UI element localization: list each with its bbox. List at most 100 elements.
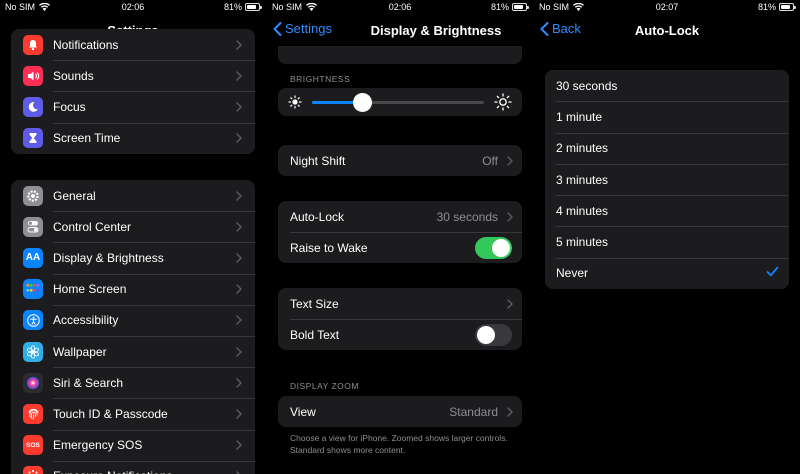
settings-row-focus[interactable]: Focus <box>11 91 255 122</box>
chevron-right-icon <box>502 155 518 166</box>
night-shift-card: Night Shift Off <box>278 145 522 176</box>
settings-row-accessibility[interactable]: Accessibility <box>11 304 255 336</box>
page-title: Display & Brightness <box>370 22 502 38</box>
night-shift-row[interactable]: Night Shift Off <box>278 145 522 176</box>
status-bar: No SIM 02:06 81% <box>267 0 533 14</box>
chevron-left-icon <box>273 21 282 36</box>
chevron-right-icon <box>502 406 518 417</box>
chevron-right-icon <box>229 315 249 326</box>
settings-row-screen-time[interactable]: Screen Time <box>11 122 255 154</box>
night-shift-value: Off <box>482 153 498 168</box>
settings-row-label: General <box>53 188 96 203</box>
battery-percent: 81% <box>223 2 242 12</box>
settings-row-label: Siri & Search <box>53 375 124 390</box>
sun-large-icon <box>494 93 512 111</box>
settings-row-label: Accessibility <box>53 313 119 328</box>
brightness-header: BRIGHTNESS <box>290 74 351 84</box>
text-card: Text Size Bold Text <box>278 288 522 350</box>
autolock-option-5-minutes[interactable]: 5 minutes <box>545 226 789 257</box>
chevron-right-icon <box>229 377 249 388</box>
bell-icon <box>23 34 43 55</box>
moon-icon <box>23 96 43 117</box>
flower-icon <box>23 341 43 362</box>
settings-row-label: Sounds <box>53 68 94 83</box>
checkmark-icon <box>766 264 779 282</box>
bold-text-toggle[interactable] <box>475 323 512 346</box>
auto-lock-value: 30 seconds <box>436 209 498 224</box>
settings-group-main: General Control Center AA Display & Brightn… <box>11 180 255 474</box>
zoom-card: View Standard <box>278 396 522 427</box>
settings-panel: No SIM 02:06 81% Settings NotificationsS… <box>0 0 266 474</box>
settings-row-general[interactable]: General <box>11 180 255 211</box>
settings-row-emergency-sos[interactable]: SOS Emergency SOS <box>11 429 255 461</box>
bold-text-label: Bold Text <box>290 327 340 342</box>
settings-row-label: Exposure Notifications <box>53 469 229 474</box>
battery-percent: 81% <box>490 2 509 12</box>
autolock-option-3-minutes[interactable]: 3 minutes <box>545 163 789 195</box>
brightness-card <box>278 88 522 116</box>
chevron-right-icon <box>229 133 249 143</box>
battery-icon <box>245 3 262 11</box>
brightness-slider[interactable] <box>312 92 484 112</box>
hourglass-icon <box>23 128 43 149</box>
text-size-label: Text Size <box>290 296 339 311</box>
settings-row-label: Focus <box>53 99 86 114</box>
auto-lock-row[interactable]: Auto-Lock 30 seconds <box>278 201 522 232</box>
battery-status: 81% <box>490 2 529 12</box>
view-row[interactable]: View Standard <box>278 396 522 427</box>
display-zoom-header: DISPLAY ZOOM <box>290 381 359 391</box>
settings-row-wallpaper[interactable]: Wallpaper <box>11 335 255 367</box>
chevron-right-icon <box>229 102 249 112</box>
settings-row-label: Wallpaper <box>53 344 107 359</box>
settings-row-exposure-notifications[interactable]: Exposure Notifications <box>11 460 255 474</box>
chevron-right-icon <box>229 284 249 294</box>
status-bar: No SIM 02:06 81% <box>0 0 266 14</box>
settings-row-touch-id-passcode[interactable]: Touch ID & Passcode <box>11 398 255 429</box>
sun-small-icon <box>288 95 302 109</box>
autolock-option-label: 30 seconds <box>556 78 618 93</box>
autolock-option-2-minutes[interactable]: 2 minutes <box>545 132 789 164</box>
settings-row-home-screen[interactable]: Home Screen <box>11 273 255 305</box>
back-label: Back <box>552 21 581 36</box>
chevron-right-icon <box>229 222 249 232</box>
raise-to-wake-row: Raise to Wake <box>278 232 522 263</box>
back-button[interactable]: Back <box>540 21 581 36</box>
back-button[interactable]: Settings <box>273 21 332 36</box>
zoom-footnote: Choose a view for iPhone. Zoomed shows l… <box>290 433 508 455</box>
chevron-left-icon <box>540 21 549 36</box>
grid-icon <box>23 279 43 300</box>
accessibility-icon <box>23 310 43 331</box>
settings-row-label: Screen Time <box>53 131 121 146</box>
chevron-right-icon <box>229 346 249 357</box>
autolock-option-label: 3 minutes <box>556 172 609 187</box>
autolock-option-4-minutes[interactable]: 4 minutes <box>545 195 789 226</box>
brightness-thumb[interactable] <box>352 92 372 112</box>
back-label: Settings <box>285 21 332 36</box>
autolock-option-1-minute[interactable]: 1 minute <box>545 101 789 132</box>
auto-lock-label: Auto-Lock <box>290 209 345 224</box>
settings-row-notifications[interactable]: Notifications <box>11 29 255 60</box>
text-size-row[interactable]: Text Size <box>278 288 522 319</box>
raise-to-wake-toggle[interactable] <box>475 236 512 259</box>
autolock-option-never[interactable]: Never <box>545 257 789 289</box>
settings-row-control-center[interactable]: Control Center <box>11 211 255 242</box>
autolock-option-30-seconds[interactable]: 30 seconds <box>545 70 789 101</box>
autolock-option-label: 5 minutes <box>556 235 609 250</box>
chevron-right-icon <box>502 211 518 222</box>
siri-icon <box>23 372 43 393</box>
raise-to-wake-label: Raise to Wake <box>290 240 368 255</box>
settings-row-siri-search[interactable]: Siri & Search <box>11 367 255 398</box>
autolock-navbar: Back Auto-Lock <box>534 16 800 44</box>
autolock-panel: No SIM 02:07 81% Back Auto-Lock 30 secon… <box>534 0 800 474</box>
settings-row-sounds[interactable]: Sounds <box>11 60 255 91</box>
chevron-right-icon <box>502 298 518 309</box>
lock-card: Auto-Lock 30 seconds Raise to Wake <box>278 201 522 263</box>
chevron-right-icon <box>229 253 249 263</box>
chevron-right-icon <box>229 190 249 201</box>
settings-group-top: Notifications Sounds Focus Screen Time <box>11 29 255 154</box>
fingerprint-icon <box>23 403 43 424</box>
page-title: Auto-Lock <box>634 22 700 38</box>
settings-row-display-brightness[interactable]: AA Display & Brightness <box>11 242 255 273</box>
settings-row-label: Home Screen <box>53 282 127 297</box>
battery-icon <box>779 3 796 11</box>
